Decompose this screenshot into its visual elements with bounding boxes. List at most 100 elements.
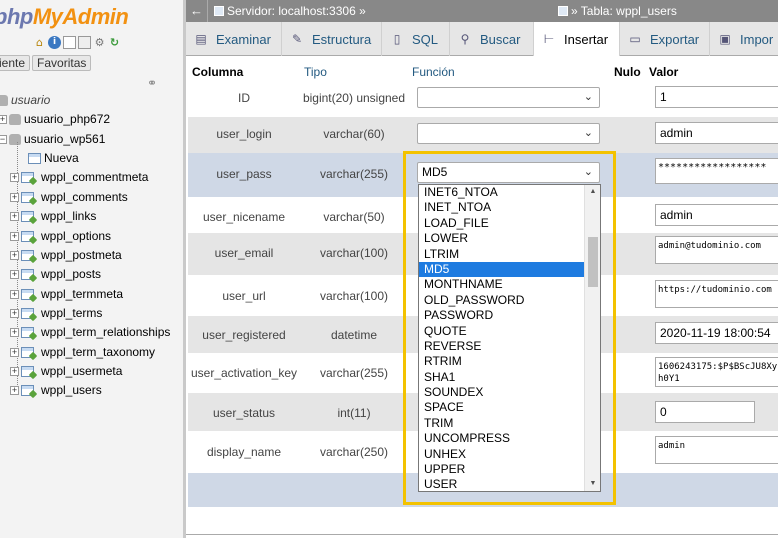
tree-item-table[interactable]: + wppl_termmeta (10, 286, 123, 302)
collapse-icon[interactable]: − (0, 134, 7, 144)
dropdown-option[interactable]: PASSWORD (419, 308, 585, 323)
tree-item-table[interactable]: + wppl_term_relationships (10, 324, 170, 340)
function-select[interactable]: ⌄ (417, 87, 600, 108)
tree-item-table[interactable]: + wppl_posts (10, 266, 101, 282)
value-input[interactable]: admin (655, 122, 778, 144)
expand-icon[interactable]: + (10, 366, 19, 376)
expand-icon[interactable]: + (10, 347, 19, 357)
scroll-up-icon[interactable]: ▲ (585, 185, 601, 199)
nav-tabs: iente Favoritas (0, 55, 92, 71)
expand-icon[interactable]: + (10, 172, 19, 182)
expand-icon[interactable]: + (10, 289, 19, 299)
breadcrumb-server[interactable]: Servidor: localhost:3306 » (214, 4, 366, 18)
tree-item-table[interactable]: + wppl_commentmeta (10, 169, 148, 185)
tab-structure[interactable]: ✎ Estructura (282, 22, 382, 56)
field-type: varchar(250) (319, 445, 389, 459)
scroll-down-icon[interactable]: ▼ (585, 477, 601, 491)
expand-icon[interactable]: + (0, 114, 7, 124)
dropdown-option[interactable]: LTRIM (419, 247, 585, 262)
expand-icon[interactable]: + (10, 250, 19, 260)
value-textarea[interactable]: admin (655, 436, 778, 464)
value-textarea[interactable]: https://tudominio.com (655, 280, 778, 308)
expand-icon[interactable]: + (10, 385, 19, 395)
book-icon[interactable] (78, 36, 91, 49)
tab-export[interactable]: ▭ Exportar (620, 22, 710, 56)
dropdown-option[interactable]: SPACE (419, 400, 585, 415)
column-header-type[interactable]: Tipo (304, 65, 327, 79)
tree-item-table[interactable]: + wppl_term_taxonomy (10, 344, 155, 360)
tab-search[interactable]: ⚲ Buscar (450, 22, 534, 56)
value-input[interactable]: admin (655, 204, 778, 226)
function-dropdown-list[interactable]: INET6_NTOA INET_NTOA LOAD_FILE LOWER LTRIM MD… (418, 184, 601, 492)
tab-sql[interactable]: ▯ SQL (382, 22, 450, 56)
value-input[interactable]: 0 (655, 401, 755, 423)
expand-icon[interactable]: + (10, 308, 19, 318)
scrollbar-thumb[interactable] (588, 237, 598, 287)
value-input[interactable]: 1 (655, 86, 778, 108)
tree-item-table[interactable]: + wppl_links (10, 208, 96, 224)
dropdown-scrollbar[interactable]: ▲ ▼ (584, 185, 600, 491)
dropdown-option[interactable]: SOUNDEX (419, 385, 585, 400)
phpmyadmin-logo[interactable]: phpMyAdmin (0, 4, 129, 30)
tree-root[interactable]: usuario (0, 92, 50, 108)
dropdown-option[interactable]: TRIM (419, 416, 585, 431)
dropdown-option[interactable]: LOAD_FILE (419, 216, 585, 231)
chevron-down-icon: ⌄ (583, 127, 593, 139)
tree-item-db2[interactable]: − usuario_wp561 (0, 131, 105, 147)
dropdown-option[interactable]: UPPER (419, 462, 585, 477)
function-select[interactable]: ⌄ (417, 123, 600, 144)
field-name: user_activation_key (190, 366, 298, 380)
value-textarea[interactable]: admin@tudominio.com (655, 236, 778, 264)
tab-insert[interactable]: ⊢ Insertar (534, 22, 620, 57)
expand-icon[interactable]: + (10, 231, 19, 241)
dropdown-option[interactable]: LOWER (419, 231, 585, 246)
gear-icon[interactable]: ⚙ (93, 36, 106, 49)
value-textarea[interactable]: 1606243175:$P$BScJU8Xy h0Y1 (655, 357, 778, 387)
dropdown-option[interactable]: UNHEX (419, 447, 585, 462)
tree-item-table[interactable]: + wppl_options (10, 228, 111, 244)
tree-item-table[interactable]: + wppl_usermeta (10, 363, 122, 379)
tab-recent[interactable]: iente (0, 55, 31, 71)
expand-icon[interactable]: + (10, 211, 19, 221)
tree-item-table[interactable]: + wppl_users (10, 382, 102, 398)
documentation-icon[interactable] (63, 36, 76, 49)
tab-browse[interactable]: ▤ Examinar (186, 22, 282, 56)
export-icon: ▭ (629, 31, 641, 46)
link-icon[interactable]: ⚭ (147, 76, 157, 90)
tree-item-table[interactable]: + wppl_terms (10, 305, 102, 321)
expand-icon[interactable]: + (10, 327, 19, 337)
home-icon[interactable]: ⌂ (33, 36, 46, 49)
table-row: ID bigint(20) unsigned ⌄ 1 (188, 81, 778, 117)
tab-import[interactable]: ▣ Impor (710, 22, 778, 56)
tab-bar: ▤ Examinar ✎ Estructura ▯ SQL ⚲ Buscar ⊢ Inse… (186, 22, 778, 57)
function-select[interactable]: MD5 ⌄ (417, 162, 600, 183)
expand-icon[interactable]: + (10, 269, 19, 279)
tree-item-table[interactable]: + wppl_postmeta (10, 247, 122, 263)
tree-item-new[interactable]: Nueva (28, 150, 79, 166)
tree-item-db1[interactable]: + usuario_php672 (0, 111, 110, 127)
dropdown-option[interactable]: INET_NTOA (419, 200, 585, 215)
column-header-column: Columna (192, 65, 244, 79)
dropdown-option[interactable]: RTRIM (419, 354, 585, 369)
dropdown-option[interactable]: UNCOMPRESS (419, 431, 585, 446)
value-input[interactable]: 2020-11-19 18:00:54 (655, 322, 778, 344)
dropdown-option[interactable]: MONTHNAME (419, 277, 585, 292)
back-arrow-icon[interactable]: ← (186, 0, 208, 22)
tree-item-table[interactable]: + wppl_comments (10, 189, 128, 205)
dropdown-option[interactable]: OLD_PASSWORD (419, 293, 585, 308)
column-header-function[interactable]: Función (412, 65, 455, 79)
reload-icon[interactable]: ↻ (108, 36, 121, 49)
value-textarea[interactable]: ****************** (655, 158, 778, 184)
tab-favorites[interactable]: Favoritas (32, 55, 92, 71)
field-type: varchar(100) (319, 246, 389, 260)
dropdown-option[interactable]: INET6_NTOA (419, 185, 585, 200)
dropdown-option[interactable]: QUOTE (419, 324, 585, 339)
dropdown-option[interactable]: SHA1 (419, 370, 585, 385)
dropdown-option[interactable]: USER (419, 477, 585, 492)
breadcrumb-table[interactable]: » Tabla: wppl_users (558, 4, 677, 18)
info-icon[interactable]: i (48, 36, 61, 49)
expand-icon[interactable]: + (10, 192, 19, 202)
dropdown-option[interactable]: REVERSE (419, 339, 585, 354)
dropdown-option[interactable]: MD5 (419, 261, 585, 278)
navigation-panel: phpMyAdmin ⌂ i ⚙ ↻ iente Favoritas ⚭ usu… (0, 0, 183, 538)
